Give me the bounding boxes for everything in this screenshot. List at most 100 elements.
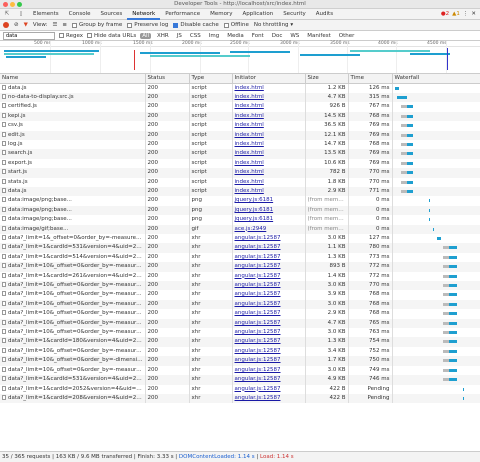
cell-initiator-text[interactable]: angular.js:12587 — [235, 338, 281, 344]
checkbox-box[interactable] — [173, 22, 179, 28]
network-overview[interactable]: 500 ms 1000 ms 1500 ms 2000 ms 2500 ms 3… — [0, 41, 480, 74]
table-row[interactable]: edit.js 200 script index.html 12.1 KB 769 ms — [0, 130, 480, 140]
table-row[interactable]: data?_limit=10&_offset=0&order_by=-measu… — [0, 262, 480, 272]
tab-audits[interactable]: Audits — [311, 9, 338, 20]
table-row[interactable]: data:image/png;base... 200 png jquery.js:61… — [0, 215, 480, 225]
checkbox-box[interactable] — [223, 22, 229, 28]
cell-initiator[interactable]: angular.js:12587 — [232, 309, 306, 319]
cell-initiator[interactable]: angular.js:12587 — [232, 393, 306, 404]
type-filter-img[interactable]: Img — [207, 33, 221, 39]
cell-initiator[interactable]: jquery.js:6181 — [232, 215, 306, 225]
table-row[interactable]: no-data-to-display.src.js 200 script index.… — [0, 92, 480, 103]
table-row[interactable]: data?_limit=10&_offset=0&order_by=-measu… — [0, 309, 480, 319]
table-row[interactable]: data?_limit=1&cardId=261&version=4&uid=2… — [0, 271, 480, 282]
table-row[interactable]: data.js 200 script index.html 2.9 KB 771 ms — [0, 186, 480, 197]
cell-initiator-text[interactable]: index.html — [235, 160, 264, 166]
offline-checkbox[interactable]: Offline — [223, 22, 249, 28]
tab-console[interactable]: Console — [64, 9, 96, 20]
cell-initiator-text[interactable]: angular.js:12587 — [235, 357, 281, 363]
table-row[interactable]: data:image/png;base... 200 png jquery.js:61… — [0, 196, 480, 206]
column-time[interactable]: Time — [348, 74, 393, 84]
filter-icon[interactable]: ▼ — [24, 22, 28, 28]
cell-initiator[interactable]: index.html — [232, 139, 306, 150]
more-menu-icon[interactable]: ⋮ — [463, 11, 469, 17]
cell-initiator-text[interactable]: ace.js:2949 — [235, 226, 267, 232]
cell-initiator[interactable]: ace.js:2949 — [232, 224, 306, 234]
table-row[interactable]: certified.js 200 script index.html 926 B 767 … — [0, 102, 480, 112]
cell-initiator[interactable]: index.html — [232, 111, 306, 122]
cell-initiator[interactable]: angular.js:12587 — [232, 262, 306, 272]
cell-initiator[interactable]: angular.js:12587 — [232, 243, 306, 253]
disable-cache-checkbox[interactable]: Disable cache — [173, 22, 219, 28]
table-row[interactable]: stats.js 200 script index.html 1.8 KB 770 ms — [0, 177, 480, 187]
cell-initiator-text[interactable]: angular.js:12587 — [235, 395, 281, 401]
table-row[interactable]: data?_limit=1&cardId=531&version=4&uid=2… — [0, 243, 480, 253]
type-filter-other[interactable]: Other — [337, 33, 357, 39]
cell-initiator[interactable]: angular.js:12587 — [232, 337, 306, 347]
cell-initiator[interactable]: index.html — [232, 92, 306, 103]
cell-initiator-text[interactable]: index.html — [235, 179, 264, 185]
cell-initiator-text[interactable]: jquery.js:6181 — [235, 207, 274, 213]
table-row[interactable]: data:image/gif;base... 200 gif ace.js:2949 (… — [0, 224, 480, 234]
table-row[interactable]: csv.js 200 script index.html 36.5 KB 769 ms — [0, 121, 480, 131]
cell-initiator-text[interactable]: index.html — [235, 122, 264, 128]
hide-data-urls-checkbox[interactable]: Hide data URLs — [87, 33, 136, 39]
cell-initiator-text[interactable]: angular.js:12587 — [235, 282, 281, 288]
table-row[interactable]: data?_limit=10&_offset=0&order_by=-measu… — [0, 281, 480, 291]
cell-initiator-text[interactable]: index.html — [235, 113, 264, 119]
type-filter-js[interactable]: JS — [175, 33, 184, 39]
cell-initiator[interactable]: index.html — [232, 102, 306, 112]
type-filter-doc[interactable]: Doc — [270, 33, 285, 39]
filter-input[interactable] — [3, 31, 55, 40]
table-row[interactable]: data?_limit=1&cardId=180&version=4&uid=2… — [0, 337, 480, 347]
column-type[interactable]: Type — [189, 74, 233, 84]
cell-initiator[interactable]: angular.js:12587 — [232, 384, 306, 394]
cell-initiator-text[interactable]: jquery.js:6181 — [235, 197, 274, 203]
column-status[interactable]: Status — [145, 74, 190, 84]
cell-initiator[interactable]: angular.js:12587 — [232, 328, 306, 338]
cell-initiator-text[interactable]: angular.js:12587 — [235, 263, 281, 269]
cell-initiator-text[interactable]: angular.js:12587 — [235, 348, 281, 354]
table-row[interactable]: data?_limit=10&_offset=0&order_by=-measu… — [0, 346, 480, 357]
cell-initiator[interactable]: angular.js:12587 — [232, 252, 306, 263]
cell-initiator-text[interactable]: angular.js:12587 — [235, 320, 281, 326]
table-row[interactable]: kepi.js 200 script index.html 14.5 KB 768 ms — [0, 111, 480, 122]
error-count-badge[interactable]: ●2 — [441, 11, 449, 17]
cell-initiator-text[interactable]: index.html — [235, 188, 264, 194]
tab-application[interactable]: Application — [237, 9, 278, 20]
cell-initiator[interactable]: index.html — [232, 121, 306, 131]
table-row[interactable]: export.js 200 script index.html 10.6 KB 769 m… — [0, 158, 480, 169]
cell-initiator-text[interactable]: jquery.js:6181 — [235, 216, 274, 222]
cell-initiator[interactable]: angular.js:12587 — [232, 234, 306, 244]
record-button[interactable] — [3, 22, 9, 28]
table-row[interactable]: data:image/png;base... 200 png jquery.js:61… — [0, 205, 480, 216]
cell-initiator[interactable]: jquery.js:6181 — [232, 196, 306, 206]
cell-initiator-text[interactable]: angular.js:12587 — [235, 273, 281, 279]
overview-icon[interactable]: ≡ — [62, 22, 67, 28]
cell-initiator-text[interactable]: angular.js:12587 — [235, 291, 281, 297]
tab-sources[interactable]: Sources — [95, 9, 127, 20]
preserve-log-checkbox[interactable]: Preserve log — [127, 22, 168, 28]
table-row[interactable]: data?_limit=1&cardId=531&version=4&uid=2… — [0, 375, 480, 385]
table-row[interactable]: start.js 200 script index.html 782 B 770 ms — [0, 168, 480, 178]
table-row[interactable]: data?_limit=10&_offset=0&order_by=-measu… — [0, 328, 480, 338]
group-by-frame-checkbox[interactable]: Group by frame — [72, 22, 122, 28]
table-row[interactable]: log.js 200 script index.html 14.7 KB 768 ms — [0, 139, 480, 150]
tab-network[interactable]: Network — [127, 9, 161, 20]
column-initiator[interactable]: Initiator — [232, 74, 306, 84]
column-waterfall[interactable]: Waterfall — [392, 74, 480, 84]
type-filter-ws[interactable]: WS — [288, 33, 301, 39]
cell-initiator[interactable]: angular.js:12587 — [232, 375, 306, 385]
cell-initiator-text[interactable]: angular.js:12587 — [235, 254, 281, 260]
tab-memory[interactable]: Memory — [205, 9, 237, 20]
cell-initiator[interactable]: index.html — [232, 186, 306, 197]
tab-elements[interactable]: Elements — [28, 9, 64, 20]
type-filter-css[interactable]: CSS — [188, 33, 203, 39]
warning-count-badge[interactable]: ▲1 — [452, 11, 460, 17]
cell-initiator[interactable]: index.html — [232, 158, 306, 169]
checkbox-box[interactable] — [127, 22, 133, 28]
cell-initiator-text[interactable]: index.html — [235, 103, 264, 109]
tab-performance[interactable]: Performance — [160, 9, 205, 20]
table-row[interactable]: data?_limit=1&cardId=2052&version=4&uid=… — [0, 384, 480, 394]
table-row[interactable]: data?_limit=10&_offset=0&order_by=-measu… — [0, 290, 480, 300]
